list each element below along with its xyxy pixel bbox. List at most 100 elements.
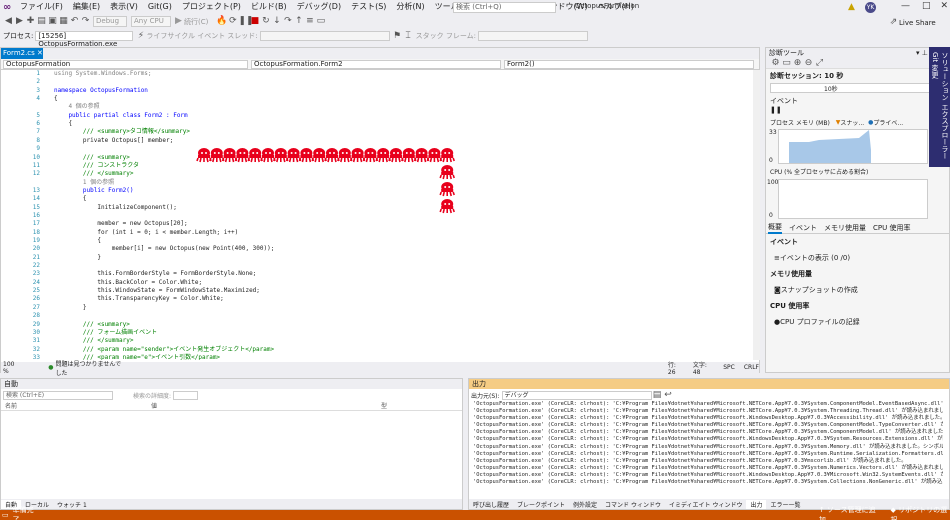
reset-view-icon[interactable]: ⤢: [814, 58, 825, 69]
code-line[interactable]: 5 public partial class Form2 : Form: [1, 112, 756, 120]
undo-icon[interactable]: ↶: [69, 16, 80, 27]
events-count-row[interactable]: ≡ イベントの表示 (0 /0): [766, 250, 949, 266]
code-line[interactable]: 28: [1, 312, 756, 320]
gear-icon[interactable]: ⚙: [770, 58, 781, 69]
output-tab[interactable]: ブレークポイント: [513, 500, 569, 509]
tab-form2-cs[interactable]: Form2.cs ✕: [1, 48, 43, 59]
code-line[interactable]: 4{: [1, 95, 756, 103]
depth-select[interactable]: [173, 391, 199, 400]
code-line[interactable]: 21 }: [1, 254, 756, 262]
timeline-ruler[interactable]: 10秒: [770, 83, 945, 93]
menu-item[interactable]: デバッグ(D): [292, 0, 346, 14]
code-line[interactable]: 1 using System.Windows.Forms;: [1, 70, 756, 78]
autos-tab[interactable]: ウォッチ 1: [53, 500, 91, 509]
live-share-button[interactable]: ⇗ Live Share: [888, 17, 936, 28]
code-line[interactable]: 8 private Octopus[] member;: [1, 137, 756, 145]
refresh-icon[interactable]: ⟳: [227, 16, 238, 27]
open-icon[interactable]: ▤: [36, 16, 47, 27]
output-source-select[interactable]: デバッグ: [501, 390, 652, 400]
redo-icon[interactable]: ↷: [80, 16, 91, 27]
tab-close-icon[interactable]: ✕: [37, 49, 43, 57]
lifecycle-label[interactable]: ライフサイクル イベント: [146, 31, 225, 41]
step-over-icon[interactable]: ↷: [282, 16, 293, 27]
zoom-level[interactable]: 100 %: [3, 361, 20, 375]
filter-icon[interactable]: ⌶: [403, 31, 414, 42]
code-line[interactable]: 25 this.WindowState = FormWindowState.Ma…: [1, 287, 756, 295]
output-tab[interactable]: コマンド ウィンドウ: [601, 500, 665, 509]
issues-status[interactable]: 問題は見つかりませんでした: [56, 359, 126, 377]
thread-select[interactable]: [259, 31, 390, 41]
continue-button[interactable]: 続行(C): [184, 17, 208, 27]
code-line[interactable]: 2: [1, 78, 756, 86]
menu-item[interactable]: Git(G): [143, 0, 177, 14]
minimize-icon[interactable]: —: [901, 1, 910, 11]
stack-frame-select[interactable]: [477, 31, 588, 41]
record-cpu-button[interactable]: ● CPU プロファイルの記録: [766, 314, 949, 330]
select-tools-icon[interactable]: ▭: [781, 58, 792, 69]
output-tab[interactable]: 呼び出し履歴: [469, 500, 513, 509]
zoom-in-icon[interactable]: ⊕: [792, 58, 803, 69]
menu-item[interactable]: ビルド(B): [246, 0, 292, 14]
source-control-button[interactable]: ↑ ソース管理に追加: [819, 505, 879, 520]
code-line[interactable]: 23 this.FormBorderStyle = FormBorderStyl…: [1, 270, 756, 278]
code-line[interactable]: 3 namespace OctopusFormation: [1, 87, 756, 95]
lifecycle-icon[interactable]: ⚡: [135, 31, 146, 42]
search-input[interactable]: 検索 (Ctrl+Q): [453, 2, 556, 13]
maximize-icon[interactable]: □: [922, 1, 931, 11]
repo-button[interactable]: ◆ リポジトリの選択: [890, 505, 950, 520]
step-into-icon[interactable]: ↓: [271, 16, 282, 27]
code-line[interactable]: 29 /// <summary>: [1, 321, 756, 329]
zoom-out-icon[interactable]: ⊖: [803, 58, 814, 69]
stop-icon[interactable]: ■: [249, 16, 260, 27]
menu-item[interactable]: ファイル(F): [15, 0, 68, 14]
menu-item[interactable]: 分析(N): [391, 0, 429, 14]
output-text[interactable]: 'OctopusFormation.exe' (CoreCLR: clrhost…: [469, 401, 943, 489]
code-line[interactable]: 22: [1, 262, 756, 270]
menu-item[interactable]: 編集(E): [68, 0, 105, 14]
close-icon[interactable]: ✕: [941, 1, 949, 11]
forward-icon[interactable]: ▶: [14, 16, 25, 27]
col-name[interactable]: 名前: [1, 401, 151, 410]
code-line[interactable]: 24 this.BackColor = Color.White;: [1, 279, 756, 287]
output-tab[interactable]: エラー一覧: [766, 500, 804, 509]
nav-member-select[interactable]: Form2(): [504, 60, 754, 69]
hot-reload-icon[interactable]: 🔥: [216, 16, 227, 27]
solution-explorer-tab[interactable]: ソリューション エクスプローラー Git 変更: [929, 47, 950, 167]
restart-icon[interactable]: ↻: [260, 16, 271, 27]
autos-search-input[interactable]: 検索 (Ctrl+E): [3, 391, 113, 400]
editor-scrollbar[interactable]: [753, 70, 760, 360]
nav-namespace-select[interactable]: OctopusFormation: [3, 60, 248, 69]
output-tab[interactable]: 例外設定: [569, 500, 601, 509]
col-type[interactable]: 型: [381, 401, 387, 410]
platform-select[interactable]: Any CPU: [131, 16, 171, 27]
diag-tab[interactable]: イベント: [789, 223, 817, 233]
code-line[interactable]: 27 }: [1, 304, 756, 312]
process-select[interactable]: [15256] OctopusFormation.exe: [35, 31, 134, 48]
clear-all-icon[interactable]: ▤: [652, 390, 663, 401]
menu-item[interactable]: プロジェクト(P): [177, 0, 246, 14]
avatar[interactable]: YK: [865, 2, 876, 13]
take-snapshot-button[interactable]: ◙ スナップショットの作成: [766, 282, 949, 298]
code-line[interactable]: 32 /// <param name="sender">イベント発生オブジェクト…: [1, 346, 756, 354]
new-project-icon[interactable]: ✚: [25, 16, 36, 27]
comment-icon[interactable]: ▭: [315, 16, 326, 27]
step-out-icon[interactable]: ↑: [293, 16, 304, 27]
save-all-icon[interactable]: ▦: [58, 16, 69, 27]
code-line[interactable]: 19 {: [1, 237, 756, 245]
nav-class-select[interactable]: OctopusFormation.Form2: [251, 60, 501, 69]
code-line[interactable]: 26 this.TransparencyKey = Color.White;: [1, 295, 756, 303]
menu-item[interactable]: テスト(S): [346, 0, 391, 14]
code-line[interactable]: 4 個の参照: [1, 103, 756, 111]
code-line[interactable]: 30 /// フォーム描画イベント: [1, 329, 756, 337]
pause-icon[interactable]: ❚❚: [238, 16, 253, 27]
code-line[interactable]: 20 member[i] = new Octopus(new Point(400…: [1, 245, 756, 253]
output-tab[interactable]: イミディエイト ウィンドウ: [665, 500, 747, 509]
back-icon[interactable]: ◀: [3, 16, 14, 27]
flag-icon[interactable]: ⚑: [392, 31, 403, 42]
diag-tab[interactable]: 概要: [768, 222, 782, 234]
config-select[interactable]: Debug: [93, 16, 127, 27]
diag-tab[interactable]: CPU 使用率: [873, 223, 910, 233]
menu-item[interactable]: 表示(V): [105, 0, 143, 14]
word-wrap-icon[interactable]: ↩: [663, 390, 674, 401]
diag-tab[interactable]: メモリ使用量: [824, 223, 866, 233]
